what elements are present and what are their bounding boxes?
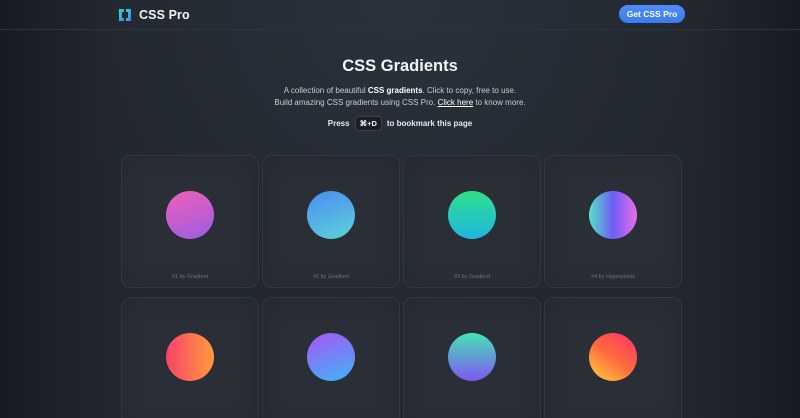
gradient-grid: #1 by Gradient #2 by Gradient #3 by Grad…: [0, 0, 800, 418]
gradient-swatch[interactable]: [448, 191, 496, 239]
gradient-caption: #3 by Gradient: [453, 274, 491, 280]
gradient-swatch[interactable]: [166, 333, 214, 381]
gradient-card[interactable]: #2 by Gradient: [262, 155, 400, 288]
gradient-swatch[interactable]: [307, 191, 355, 239]
gradient-card[interactable]: [403, 297, 541, 418]
gradient-caption: #2 by Gradient: [312, 274, 350, 280]
gradient-swatch[interactable]: [589, 191, 637, 239]
gradient-card[interactable]: [544, 297, 682, 418]
gradient-card[interactable]: [121, 297, 259, 418]
gradient-card[interactable]: #3 by Gradient: [403, 155, 541, 288]
gradient-swatch[interactable]: [307, 333, 355, 381]
gradient-card[interactable]: [262, 297, 400, 418]
gradient-swatch[interactable]: [589, 333, 637, 381]
gradient-swatch[interactable]: [166, 191, 214, 239]
gradient-caption: #4 by Hyperpixels: [591, 274, 635, 280]
gradient-card[interactable]: #1 by Gradient: [121, 155, 259, 288]
gradient-card[interactable]: #4 by Hyperpixels: [544, 155, 682, 288]
gradient-swatch[interactable]: [448, 333, 496, 381]
gradient-caption: #1 by Gradient: [171, 274, 209, 280]
